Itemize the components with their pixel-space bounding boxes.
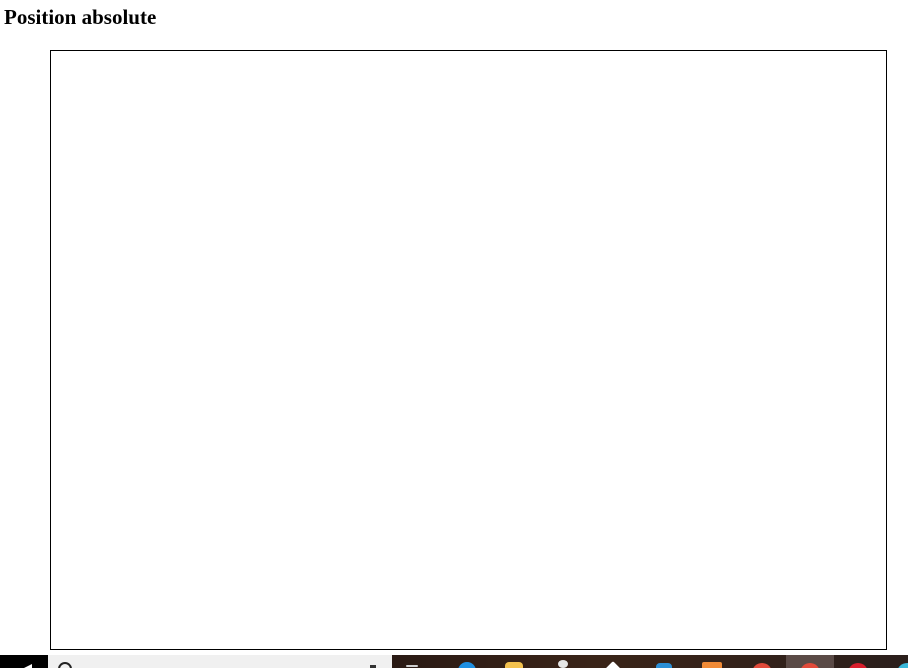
- task-view-icon[interactable]: [406, 665, 418, 667]
- start-button[interactable]: [0, 655, 48, 668]
- store-icon[interactable]: [603, 661, 623, 668]
- taskbar-search-box[interactable]: [48, 655, 392, 668]
- windows-taskbar: [0, 655, 908, 668]
- sublime-icon[interactable]: [702, 662, 722, 668]
- page-heading: Position absolute: [4, 5, 157, 29]
- windows-start-icon: [20, 664, 32, 668]
- app-icon[interactable]: [897, 663, 908, 668]
- vscode-icon[interactable]: [656, 663, 672, 668]
- edge-icon[interactable]: [458, 662, 476, 668]
- pin-icon[interactable]: [558, 660, 568, 668]
- opera-icon[interactable]: [848, 663, 868, 668]
- search-icon: [58, 662, 72, 668]
- taskbar-apps: [392, 655, 908, 668]
- file-explorer-icon[interactable]: [505, 662, 523, 668]
- absolute-positioned-box: [50, 50, 887, 650]
- chrome-icon[interactable]: [752, 663, 772, 668]
